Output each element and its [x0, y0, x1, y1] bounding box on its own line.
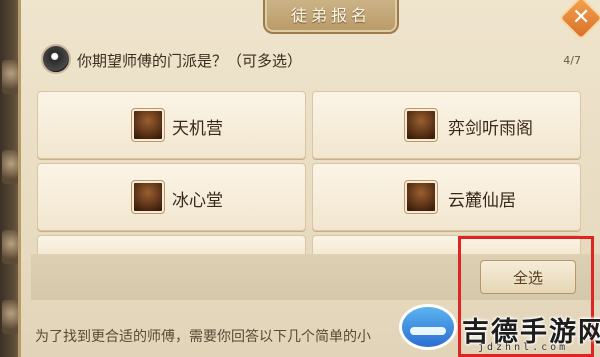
option-tianjiying[interactable]: 天机营 — [37, 91, 306, 159]
watermark-logo-icon — [399, 304, 457, 350]
question-progress: 4/7 — [563, 54, 581, 67]
option-checkbox[interactable] — [131, 180, 165, 214]
option-checkbox[interactable] — [131, 108, 165, 142]
option-checkbox[interactable] — [404, 180, 438, 214]
option-bingxintang[interactable]: 冰心堂 — [37, 163, 306, 231]
dialog-title-tab: 徒弟报名 — [263, 0, 399, 34]
option-label: 云麓仙居 — [448, 191, 516, 211]
option-checkbox[interactable] — [404, 108, 438, 142]
option-label: 天机营 — [172, 119, 223, 139]
dialog-title: 徒弟报名 — [290, 6, 371, 25]
option-label: 弈剑听雨阁 — [448, 119, 533, 139]
question-text: 你期望师傅的门派是？（可多选） — [77, 52, 303, 70]
watermark-domain: jdzhnl.com — [478, 342, 569, 353]
close-icon: ✕ — [571, 5, 591, 31]
footer-hint: 为了找到更合适的师傅，需要你回答以下几个简单的小 — [35, 329, 371, 345]
question-row: 你期望师傅的门派是？（可多选） 4/7 — [41, 44, 600, 74]
option-label: 冰心堂 — [172, 191, 223, 211]
option-yijiantingyuge[interactable]: 弈剑听雨阁 — [312, 91, 581, 159]
ink-brush-icon — [41, 44, 71, 74]
option-yunluxianju[interactable]: 云麓仙居 — [312, 163, 581, 231]
